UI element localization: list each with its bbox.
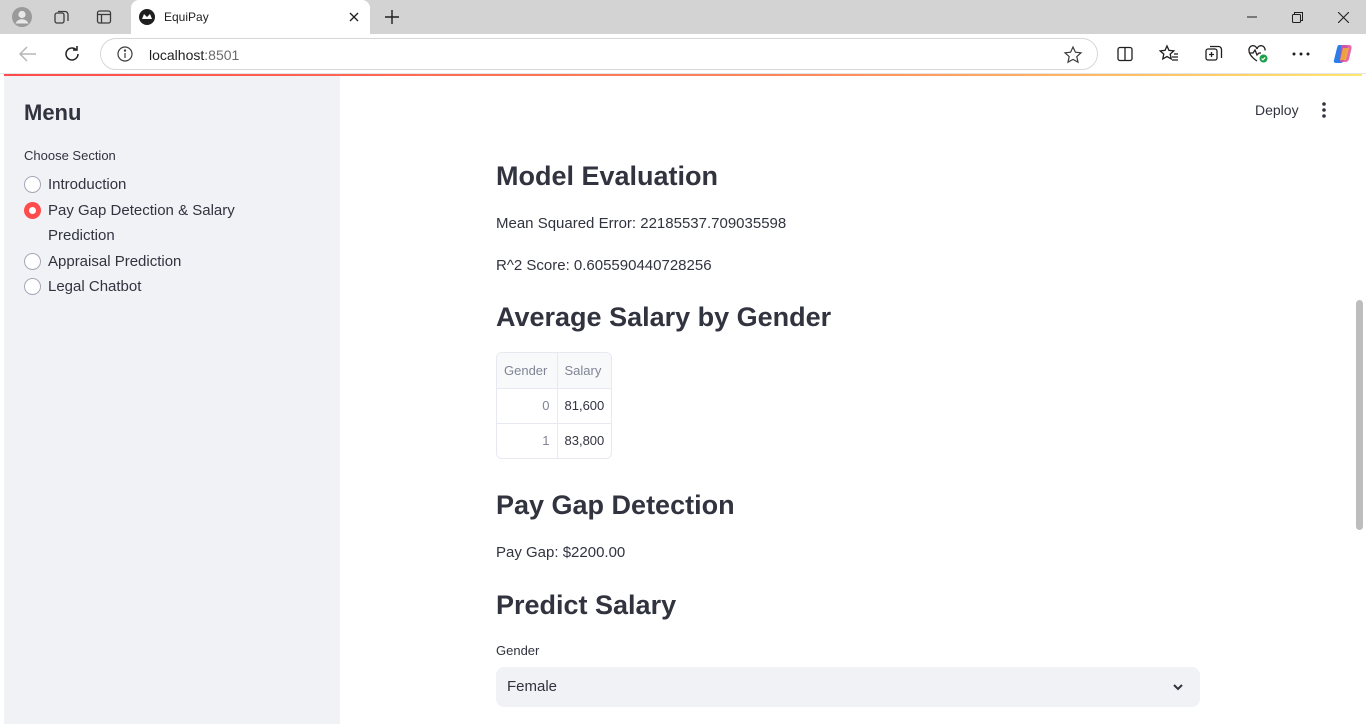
- radio-unchecked-icon[interactable]: [24, 176, 41, 193]
- radio-label: Introduction: [48, 176, 127, 193]
- r2-score-text: R^2 Score: 0.605590440728256: [496, 257, 712, 274]
- scrollbar-thumb[interactable]: [1356, 300, 1363, 530]
- salary-cell[interactable]: 83,800: [557, 423, 611, 458]
- salary-cell[interactable]: 81,600: [557, 388, 612, 424]
- salary-dataframe[interactable]: Gender Salary 0 81,600 1 83,800: [496, 352, 613, 459]
- site-info-icon[interactable]: [117, 46, 133, 62]
- url-host: localhost: [149, 47, 205, 63]
- chevron-down-icon: [1170, 679, 1186, 695]
- gender-select[interactable]: Female: [496, 667, 1200, 707]
- section-radio-group: Introduction Pay Gap Detection & Salary …: [24, 172, 324, 300]
- table-row: 0 81,600: [497, 388, 612, 424]
- collections-icon[interactable]: [1203, 43, 1225, 65]
- radio-introduction[interactable]: Introduction: [24, 172, 324, 198]
- radio-appraisal-prediction[interactable]: Appraisal Prediction: [24, 249, 324, 275]
- pay-gap-text: Pay Gap: $2200.00: [496, 544, 626, 561]
- predict-salary-heading: Predict Salary: [496, 590, 677, 620]
- browser-toolbar: localhost:8501: [0, 34, 1366, 74]
- favorites-icon[interactable]: [1158, 43, 1180, 65]
- radio-pay-gap-detection[interactable]: Pay Gap Detection & Salary Prediction: [24, 198, 324, 249]
- row-index[interactable]: 0: [497, 388, 558, 424]
- radio-unchecked-icon[interactable]: [24, 252, 41, 270]
- back-arrow-icon[interactable]: [17, 43, 39, 65]
- favorite-star-icon[interactable]: [1063, 45, 1083, 65]
- main-content: [340, 76, 1354, 724]
- sidebar-title: Menu: [24, 100, 82, 125]
- deploy-button[interactable]: Deploy: [1255, 102, 1299, 118]
- window-close-icon[interactable]: [1320, 4, 1366, 30]
- radio-label: Pay Gap Detection & Salary Prediction: [48, 201, 235, 245]
- radio-legal-chatbot[interactable]: Legal Chatbot: [24, 274, 324, 300]
- browser-tab-bar: EquiPay: [0, 0, 1366, 34]
- main-menu-kebab-icon[interactable]: [1314, 100, 1334, 120]
- streamlit-favicon-icon: [139, 9, 155, 25]
- table-header-row: Gender Salary: [497, 353, 612, 389]
- profile-icon[interactable]: [11, 6, 33, 28]
- active-tab[interactable]: EquiPay: [131, 0, 370, 34]
- radio-label: Legal Chatbot: [48, 278, 142, 296]
- pay-gap-heading: Pay Gap Detection: [496, 490, 735, 520]
- radio-unchecked-icon[interactable]: [24, 278, 41, 296]
- gender-select-value: Female: [507, 678, 558, 695]
- tab-actions-icon[interactable]: [93, 6, 115, 28]
- column-header-salary[interactable]: Salary: [557, 353, 612, 389]
- radio-label: Appraisal Prediction: [48, 252, 182, 270]
- tab-title: EquiPay: [164, 10, 209, 24]
- more-options-icon[interactable]: [1290, 43, 1312, 65]
- model-evaluation-heading: Model Evaluation: [496, 161, 719, 191]
- average-salary-heading: Average Salary by Gender: [496, 302, 832, 332]
- copilot-icon[interactable]: [1332, 43, 1354, 65]
- reload-icon[interactable]: [61, 43, 83, 65]
- url-text[interactable]: localhost:8501: [149, 47, 239, 63]
- address-bar[interactable]: localhost:8501: [100, 38, 1098, 70]
- row-index[interactable]: 1: [497, 423, 558, 458]
- column-header-gender[interactable]: Gender: [497, 353, 558, 389]
- workspaces-icon[interactable]: [51, 6, 73, 28]
- new-tab-icon[interactable]: [381, 6, 403, 28]
- close-tab-icon[interactable]: [344, 7, 364, 27]
- restore-icon[interactable]: [1274, 4, 1320, 30]
- browser-essentials-icon[interactable]: [1247, 43, 1269, 65]
- gender-select-label: Gender: [496, 643, 540, 658]
- radio-checked-icon[interactable]: [24, 201, 41, 219]
- split-screen-icon[interactable]: [1114, 43, 1136, 65]
- radio-group-label: Choose Section: [24, 148, 116, 163]
- minimize-icon[interactable]: [1229, 4, 1275, 30]
- table-row: 1 83,800: [497, 423, 611, 458]
- mse-text: Mean Squared Error: 22185537.709035598: [496, 215, 787, 232]
- url-port: :8501: [204, 47, 240, 63]
